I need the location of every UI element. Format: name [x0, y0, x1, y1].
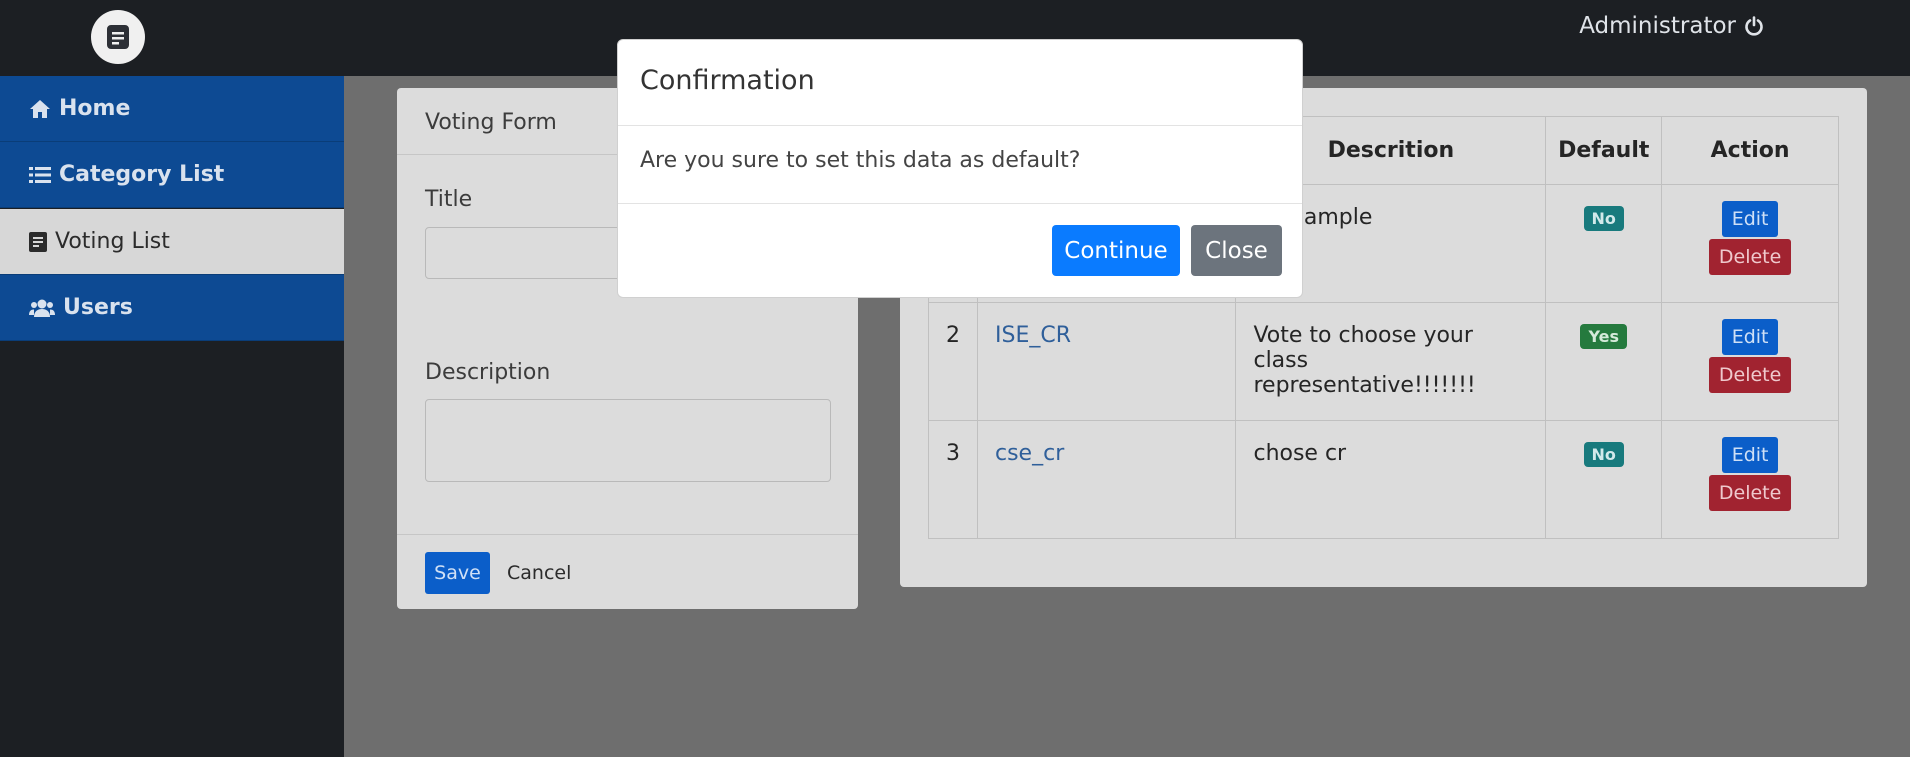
default-badge[interactable]: No	[1583, 206, 1624, 231]
default-badge[interactable]: No	[1583, 442, 1624, 467]
close-button[interactable]: Close	[1191, 225, 1282, 276]
edit-button[interactable]: Edit	[1721, 319, 1779, 355]
row-num: 2	[928, 302, 978, 421]
row-title-link[interactable]: cse_cr	[976, 420, 1237, 539]
logo-document-icon[interactable]	[91, 10, 145, 64]
document-icon	[29, 231, 47, 252]
row-num: 3	[928, 420, 978, 539]
row-description: chose cr	[1235, 420, 1547, 539]
edit-button[interactable]: Edit	[1721, 201, 1779, 237]
table-row: 3 cse_cr chose cr No Edit Delete	[928, 420, 1839, 539]
sidebar-item-label: Voting List	[55, 229, 170, 254]
home-icon	[30, 99, 50, 118]
save-button[interactable]: Save	[425, 552, 490, 594]
confirmation-modal: Confirmation Are you sure to set this da…	[617, 39, 1303, 298]
cancel-button[interactable]: Cancel	[507, 562, 571, 584]
delete-button[interactable]: Delete	[1708, 357, 1792, 393]
default-badge[interactable]: Yes	[1580, 324, 1627, 349]
sidebar-item-users[interactable]: Users	[0, 275, 344, 341]
title-label: Title	[425, 187, 473, 212]
edit-button[interactable]: Edit	[1721, 437, 1779, 473]
list-icon	[29, 166, 51, 183]
description-label: Description	[425, 360, 551, 385]
users-icon	[29, 299, 55, 317]
modal-title: Confirmation	[618, 40, 1302, 126]
row-description: Vote to choose your class representative…	[1235, 302, 1547, 421]
modal-message: Are you sure to set this data as default…	[618, 126, 1302, 204]
user-name: Administrator	[1579, 13, 1736, 39]
delete-button[interactable]: Delete	[1708, 239, 1792, 275]
card-footer: Save Cancel	[397, 534, 858, 609]
header-action: Action	[1661, 116, 1839, 185]
sidebar-item-label: Category List	[59, 162, 225, 187]
delete-button[interactable]: Delete	[1708, 475, 1792, 511]
continue-button[interactable]: Continue	[1052, 225, 1180, 276]
sidebar: Home Category List Voting List Users	[0, 76, 344, 757]
sidebar-item-category-list[interactable]: Category List	[0, 142, 344, 208]
header-default: Default	[1545, 116, 1663, 185]
user-menu[interactable]: Administrator	[1579, 13, 1764, 39]
sidebar-item-label: Users	[63, 295, 133, 320]
sidebar-item-label: Home	[59, 96, 131, 121]
sidebar-item-home[interactable]: Home	[0, 76, 344, 142]
row-title-link[interactable]: ISE_CR	[976, 302, 1237, 421]
table-row: 2 ISE_CR Vote to choose your class repre…	[928, 302, 1839, 421]
sidebar-item-voting-list[interactable]: Voting List	[0, 209, 344, 275]
description-textarea[interactable]	[425, 399, 831, 482]
power-icon	[1745, 16, 1763, 36]
